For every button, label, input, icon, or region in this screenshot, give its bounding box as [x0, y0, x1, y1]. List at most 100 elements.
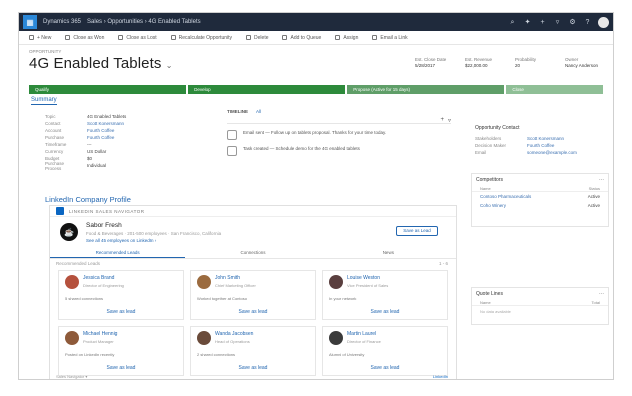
filter-icon[interactable]: ▿: [553, 18, 562, 27]
empty-message: No data available: [480, 309, 511, 314]
recalculate-button[interactable]: Recalculate Opportunity: [170, 35, 232, 41]
panel-title: Competitors: [476, 177, 503, 183]
save-as-lead-button[interactable]: Save as lead: [191, 309, 315, 315]
app-name[interactable]: Dynamics 365: [43, 19, 81, 25]
contact-row[interactable]: Email someone@example.com: [475, 149, 607, 156]
timeline-item[interactable]: Task created — Schedule demo for the 4G …: [227, 146, 451, 156]
new-icon: [29, 35, 34, 40]
save-as-lead-button[interactable]: Save as lead: [323, 365, 447, 371]
queue-icon: [282, 35, 288, 40]
stage-close[interactable]: Close: [506, 85, 603, 94]
company-card: ☕ Sabor Fresh Food & Beverages · 201-500…: [50, 217, 456, 247]
lightbulb-icon[interactable]: ✦: [523, 18, 532, 27]
close-as-lost-button[interactable]: Close as Lost: [118, 35, 157, 41]
lead-card[interactable]: Michael Hennig Product Manager Posted on L…: [58, 326, 184, 376]
stage-propose[interactable]: Propose (Active for 15 days): [347, 85, 505, 94]
lead-title: Director of Engineering: [83, 283, 124, 288]
save-as-lead-button[interactable]: Save as lead: [191, 365, 315, 371]
plus-icon[interactable]: +: [538, 18, 547, 27]
lead-title: Vice President of Sales: [347, 283, 389, 288]
field-row[interactable]: Purchase Fourth Coffee: [45, 134, 205, 141]
lead-card[interactable]: Jessica Brand Director of Engineering 5 sh…: [58, 270, 184, 320]
header-field-close-date[interactable]: Est. Close Date 5/28/2017: [415, 57, 455, 69]
linkedin-tabs: Recommended Leads Connections News: [50, 247, 456, 259]
employees-link[interactable]: See all 45 employees on LinkedIn ›: [86, 238, 221, 243]
header-field-revenue[interactable]: Est. Revenue $22,000.00: [465, 57, 505, 69]
lead-card[interactable]: Louise Weston Vice President of Sales In y…: [322, 270, 448, 320]
user-avatar[interactable]: [598, 16, 609, 28]
lead-title: Head of Operations: [215, 339, 250, 344]
record-header: OPPORTUNITY 4G Enabled Tablets ⌄ Est. Cl…: [29, 49, 605, 79]
tab-connections[interactable]: Connections: [185, 247, 320, 258]
lead-title: Director of Finance: [347, 339, 381, 344]
linkedin-header: LINKEDIN SALES NAVIGATOR: [50, 206, 456, 217]
avatar[interactable]: [329, 331, 343, 345]
table-row[interactable]: Coho Winery Active: [472, 201, 608, 210]
lead-name[interactable]: John Smith: [215, 275, 311, 281]
save-as-lead-button[interactable]: Save as lead: [323, 309, 447, 315]
app-frame: ▦ Dynamics 365 Sales › Opportunities › 4…: [18, 12, 614, 380]
settings-icon[interactable]: ⚙: [568, 18, 577, 27]
add-to-queue-button[interactable]: Add to Queue: [282, 35, 321, 41]
timeline-filter[interactable]: All: [256, 109, 261, 114]
header-field-probability[interactable]: Probability 20: [515, 57, 555, 69]
lead-name[interactable]: Michael Hennig: [83, 331, 179, 337]
save-as-lead-button[interactable]: Save as lead: [59, 365, 183, 371]
avatar[interactable]: [65, 331, 79, 345]
app-launcher-icon[interactable]: ▦: [23, 15, 37, 29]
panel-title: Opportunity Contact: [475, 125, 520, 131]
filter-icon[interactable]: ▿: [448, 117, 451, 124]
sales-navigator-menu[interactable]: Sales Navigator ▾: [56, 374, 87, 379]
field-row[interactable]: Purchase Process Individual: [45, 161, 205, 171]
delete-button[interactable]: Delete: [246, 35, 268, 41]
mail-icon: [227, 130, 237, 140]
new-button[interactable]: + New: [29, 35, 51, 41]
email-link-button[interactable]: Email a Link: [372, 35, 408, 41]
lead-name[interactable]: Jessica Brand: [83, 275, 179, 281]
close-as-won-button[interactable]: Close as Won: [65, 35, 104, 41]
field-row[interactable]: Contact Scott Konersmann: [45, 120, 205, 127]
avatar[interactable]: [197, 331, 211, 345]
stage-develop[interactable]: Develop: [188, 85, 346, 94]
avatar[interactable]: [329, 275, 343, 289]
lead-note: Posted on LinkedIn recently: [65, 352, 115, 357]
avatar[interactable]: [197, 275, 211, 289]
save-as-lead-button[interactable]: Save as Lead: [396, 226, 438, 236]
lead-card[interactable]: Martin Laurel Director of Finance Alumni o…: [322, 326, 448, 376]
header-field-owner[interactable]: Owner Nancy Anderson: [565, 57, 605, 69]
save-as-lead-button[interactable]: Save as lead: [59, 309, 183, 315]
quote-lines-panel: Quote Lines ⋯ Name Total No data availab…: [471, 287, 609, 325]
competitors-panel: Competitors ⋯ Name Status Contoso Pharma…: [471, 173, 609, 227]
field-row[interactable]: Account Fourth Coffee: [45, 127, 205, 134]
more-icon[interactable]: ⋯: [599, 291, 604, 297]
table-row[interactable]: Contoso Pharmaceuticals Active: [472, 192, 608, 201]
tab-summary[interactable]: Summary: [31, 97, 57, 105]
tab-news[interactable]: News: [321, 247, 456, 258]
tab-recommended-leads[interactable]: Recommended Leads: [50, 247, 186, 258]
breadcrumb[interactable]: Sales › Opportunities › 4G Enabled Table…: [87, 19, 201, 25]
timeline-title: TIMELINE: [227, 109, 248, 114]
lead-name[interactable]: Martin Laurel: [347, 331, 443, 337]
field-row[interactable]: Timeframe ---: [45, 141, 205, 148]
more-icon[interactable]: ⋯: [599, 177, 604, 183]
lead-name[interactable]: Wanda Jacobsen: [215, 331, 311, 337]
lead-card[interactable]: Wanda Jacobsen Head of Operations 2 shared…: [190, 326, 316, 376]
contact-row[interactable]: Decision Maker Fourth Coffee: [475, 142, 607, 149]
lead-card[interactable]: John Smith Chief Marketing Officer Worked …: [190, 270, 316, 320]
plus-icon[interactable]: +: [440, 117, 444, 123]
avatar[interactable]: [65, 275, 79, 289]
record-type: OPPORTUNITY: [29, 49, 62, 54]
search-icon[interactable]: ⌕: [508, 18, 517, 27]
lead-name[interactable]: Louise Weston: [347, 275, 443, 281]
lead-note: 5 shared connections: [65, 296, 104, 301]
help-icon[interactable]: ?: [583, 18, 592, 27]
header-fields: Est. Close Date 5/28/2017 Est. Revenue $22…: [415, 57, 605, 69]
timeline-item[interactable]: Email sent — Follow up on tablets propos…: [227, 130, 451, 140]
field-row[interactable]: Currency US Dollar: [45, 148, 205, 155]
company-name[interactable]: Sabor Fresh: [86, 222, 221, 229]
contact-row[interactable]: Stakeholders Scott Konersmann: [475, 135, 607, 142]
field-row[interactable]: Topic 4G Enabled Tablets: [45, 113, 205, 120]
assign-button[interactable]: Assign: [335, 35, 358, 41]
stage-qualify[interactable]: Qualify: [29, 85, 187, 94]
chevron-down-icon[interactable]: ⌄: [166, 61, 173, 70]
